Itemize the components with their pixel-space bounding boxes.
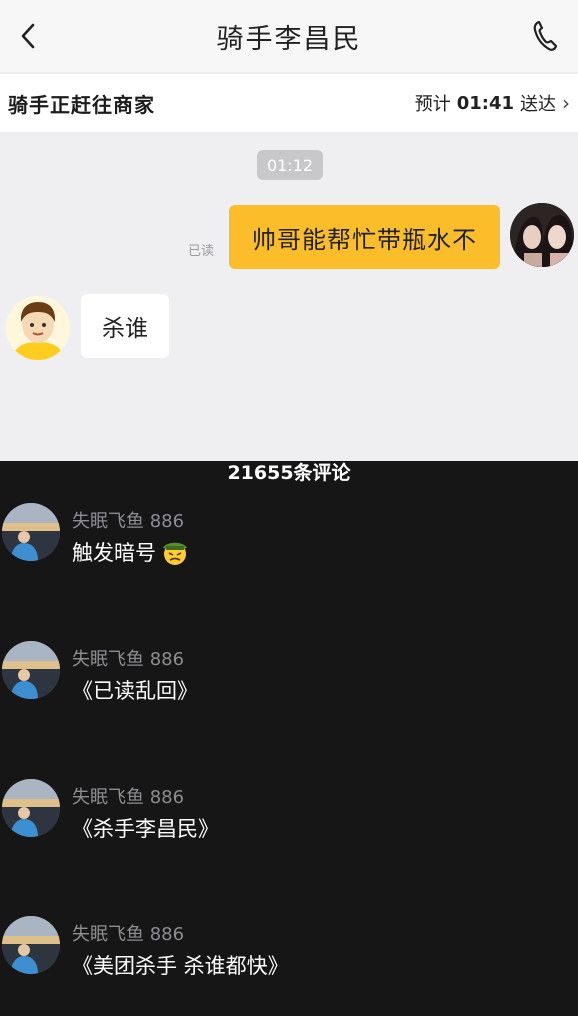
phone-icon: [533, 20, 558, 51]
chat-title: 骑手李昌民: [216, 24, 362, 55]
rider-avatar[interactable]: [6, 296, 70, 360]
commenter-avatar[interactable]: [2, 779, 60, 837]
comment-text: 《已读乱回》: [72, 679, 198, 703]
comment-item[interactable]: 失眠飞鱼 886 《美团杀手 杀谁都快》: [0, 916, 578, 1016]
rider-status-text: 骑手正赶往商家: [8, 93, 155, 117]
message-timestamp: 01:12: [257, 150, 323, 180]
chat-screenshot: 骑手李昌民 骑手正赶往商家 预计 01:41 送达 › 01:12 已读 帅哥能…: [0, 0, 578, 461]
outgoing-message-bubble[interactable]: 帅哥能帮忙带瓶水不: [229, 205, 500, 269]
call-button[interactable]: [526, 18, 562, 54]
commenter-name[interactable]: 失眠飞鱼 886: [72, 783, 184, 809]
comment-text: 《美团杀手 杀谁都快》: [72, 954, 289, 978]
commenter-avatar[interactable]: [2, 503, 60, 561]
comment-text: 《杀手李昌民》: [72, 817, 219, 841]
eta-info[interactable]: 预计 01:41 送达 ›: [415, 90, 570, 116]
commenter-name[interactable]: 失眠飞鱼 886: [72, 920, 184, 946]
comment-item[interactable]: 失眠飞鱼 886 《杀手李昌民》: [0, 779, 578, 879]
commenter-avatar[interactable]: [2, 641, 60, 699]
commenter-avatar-image: [2, 641, 60, 699]
read-receipt: 已读: [188, 244, 215, 259]
cowboy-face-emoji-icon: [163, 542, 187, 565]
user-avatar[interactable]: [510, 203, 574, 267]
user-avatar-image: [510, 203, 574, 267]
eta-suffix: 送达: [520, 94, 556, 115]
comment-item[interactable]: 失眠飞鱼 886 触发暗号: [0, 503, 578, 603]
commenter-avatar[interactable]: [2, 916, 60, 974]
chat-nav-bar: 骑手李昌民: [0, 0, 578, 72]
commenter-name[interactable]: 失眠飞鱼 886: [72, 507, 184, 533]
commenter-avatar-image: [2, 779, 60, 837]
commenter-avatar-image: [2, 503, 60, 561]
comment-text: 触发暗号: [72, 537, 190, 567]
rider-avatar-image: [6, 296, 70, 360]
incoming-message-bubble[interactable]: 杀谁: [81, 294, 169, 358]
commenter-name[interactable]: 失眠飞鱼 886: [72, 645, 184, 671]
delivery-status-bar[interactable]: 骑手正赶往商家 预计 01:41 送达 ›: [0, 74, 578, 132]
comment-item[interactable]: 失眠飞鱼 886 《已读乱回》: [0, 641, 578, 741]
comments-count: 21655条评论: [227, 462, 351, 484]
commenter-avatar-image: [2, 916, 60, 974]
eta-label: 预计: [414, 94, 451, 115]
eta-time: 01:41: [456, 92, 514, 114]
comment-body: 触发暗号: [72, 541, 156, 565]
chevron-right-icon: ›: [562, 91, 570, 115]
